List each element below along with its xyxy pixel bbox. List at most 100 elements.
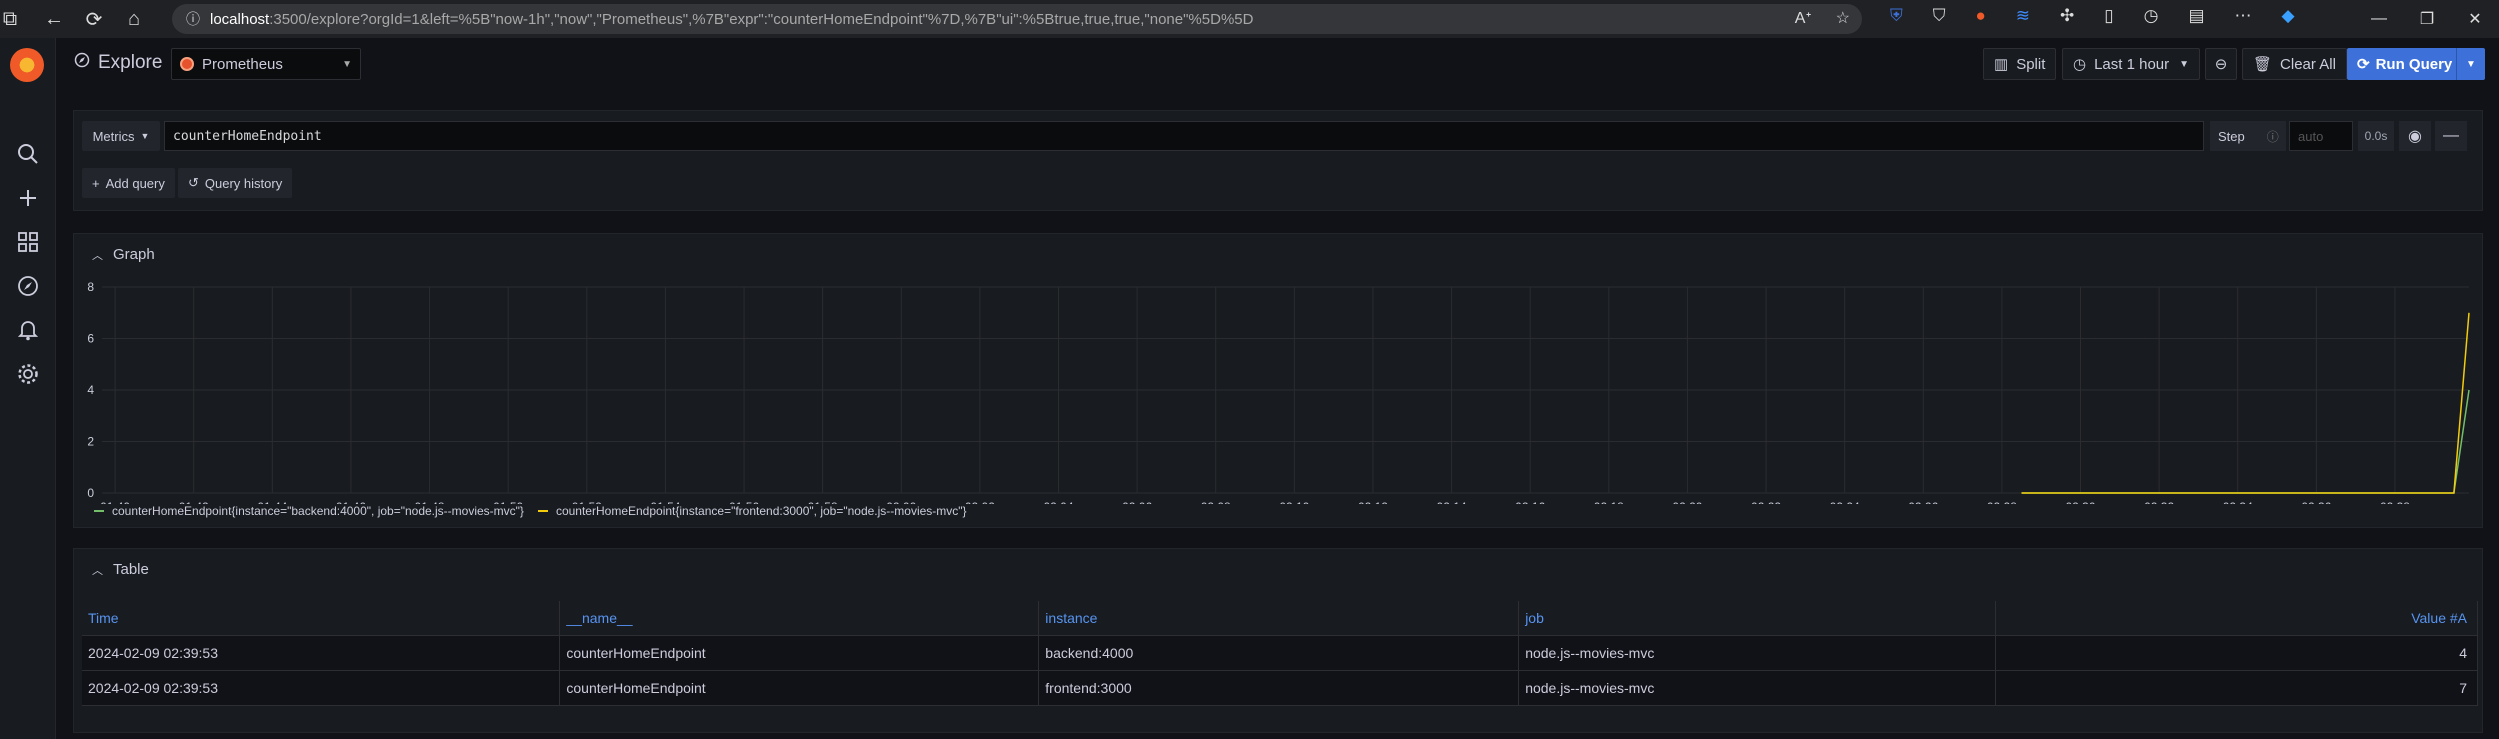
info-icon[interactable]: ⓘ [2267, 128, 2279, 145]
x-tick-label: 02:30 [2065, 500, 2095, 504]
extension-fox-icon[interactable]: ● [1976, 6, 1986, 26]
collections-icon[interactable]: ▤ [2188, 6, 2204, 26]
configuration-gear-icon[interactable] [14, 360, 42, 388]
search-icon[interactable] [14, 140, 42, 168]
explore-compass-icon[interactable] [14, 272, 42, 300]
remove-query-button[interactable]: — [2435, 121, 2467, 151]
window-controls: — ❐ ✕ [2355, 0, 2499, 38]
query-expression-input[interactable]: counterHomeEndpoint [164, 121, 2204, 151]
create-plus-icon[interactable] [14, 184, 42, 212]
datasource-name: Prometheus [202, 55, 283, 73]
read-aloud-icon[interactable]: Aᐩ [1795, 8, 1812, 28]
results-table: Time __name__ instance job Value #A 2024… [82, 601, 2478, 706]
x-tick-label: 02:36 [2301, 500, 2331, 504]
table-row: 2024-02-09 02:39:53 counterHomeEndpoint … [82, 670, 2478, 706]
side-menu [0, 38, 56, 739]
site-info-icon[interactable]: ⓘ [186, 9, 200, 29]
tab-actions-icon[interactable]: ⧉ [0, 0, 20, 38]
address-bar[interactable]: ⓘ localhost :3500/explore?orgId=1&left=%… [172, 4, 1862, 34]
x-tick-label: 02:02 [965, 500, 995, 504]
extensions-puzzle-icon[interactable]: ✣ [2060, 6, 2074, 26]
y-tick-label: 2 [87, 435, 94, 449]
extension-shield-icon[interactable]: ⛨ [1890, 6, 1903, 26]
x-tick-label: 02:32 [2144, 500, 2174, 504]
step-placeholder: auto [2298, 128, 2324, 144]
y-tick-label: 0 [87, 486, 94, 500]
table-cell: 2024-02-09 02:39:53 [82, 670, 561, 706]
query-time-badge: 0.0s [2358, 121, 2394, 151]
split-button[interactable]: ▥ Split [1983, 48, 2057, 80]
time-range-label: Last 1 hour [2094, 55, 2170, 73]
refresh-icon: ⟳ [2357, 56, 2370, 73]
step-label-text: Step [2218, 128, 2245, 144]
step-label: Step ⓘ [2210, 121, 2286, 151]
x-tick-label: 02:10 [1279, 500, 1309, 504]
add-query-button[interactable]: + Add query [82, 168, 175, 198]
x-tick-label: 02:24 [1830, 500, 1860, 504]
close-icon[interactable]: ✕ [2451, 0, 2499, 38]
refresh-icon[interactable]: ⟳ [74, 0, 114, 38]
split-screen-icon[interactable]: ▯ [2104, 6, 2113, 26]
metrics-browser-button[interactable]: Metrics ▼ [82, 121, 160, 151]
table-panel: ︿ Table Time __name__ instance job Value… [73, 548, 2483, 733]
x-tick-label: 02:34 [2223, 500, 2253, 504]
column-header-name[interactable]: __name__ [559, 601, 1040, 636]
trash-icon: 🗑︎ [2253, 56, 2273, 73]
url-host: localhost [210, 10, 270, 28]
copilot-icon[interactable]: ◆ [2282, 6, 2295, 26]
clear-all-button[interactable]: 🗑︎ Clear All [2242, 48, 2347, 80]
x-tick-label: 02:22 [1751, 500, 1781, 504]
extension-wave-icon[interactable]: ≋ [2016, 6, 2030, 26]
x-tick-label: 02:38 [2380, 500, 2410, 504]
browser-toolbar: ⧉ ← ⟳ ⌂ ⓘ localhost :3500/explore?orgId=… [0, 0, 2499, 38]
history-icon[interactable]: ◷ [2144, 6, 2159, 26]
table-cell: node.js--movies-mvc [1518, 635, 1997, 671]
graph-panel: ︿ Graph 0246801:4001:4201:4401:4601:4801… [73, 233, 2483, 528]
back-icon[interactable]: ← [34, 0, 74, 38]
datasource-picker[interactable]: Prometheus ▼ [171, 48, 361, 80]
restore-icon[interactable]: ❐ [2403, 0, 2451, 38]
series-line-2 [2021, 312, 2470, 494]
x-tick-label: 02:14 [1437, 500, 1467, 504]
minimize-icon[interactable]: — [2355, 0, 2403, 38]
toggle-visibility-button[interactable]: ◉ [2399, 121, 2431, 151]
explore-toolbar: Explore Prometheus ▼ ▥ Split ◷ Last 1 ho… [56, 38, 2499, 92]
add-query-label: Add query [105, 175, 165, 191]
home-icon[interactable]: ⌂ [114, 0, 154, 38]
dashboards-icon[interactable] [14, 228, 42, 256]
run-query-button[interactable]: ⟳ Run Query ▼ [2347, 48, 2485, 80]
alerting-bell-icon[interactable] [14, 316, 42, 344]
table-cell: 4 [1995, 635, 2478, 671]
clear-all-label: Clear All [2280, 55, 2336, 73]
column-header-time[interactable]: Time [82, 601, 561, 636]
chevron-up-icon: ︿ [92, 564, 103, 577]
chevron-down-icon: ▼ [342, 58, 352, 70]
legend-label: counterHomeEndpoint{instance="backend:40… [112, 504, 524, 518]
table-cell: backend:4000 [1038, 635, 1520, 671]
legend-item[interactable]: counterHomeEndpoint{instance="backend:40… [94, 504, 524, 518]
query-history-button[interactable]: ↺ Query history [178, 168, 293, 198]
column-header-instance[interactable]: instance [1038, 601, 1520, 636]
more-menu-icon[interactable]: ⋯ [2235, 6, 2252, 26]
column-header-value[interactable]: Value #A [1995, 601, 2478, 636]
page-title-text: Explore [98, 52, 163, 73]
minus-icon: — [2443, 127, 2459, 144]
graph-panel-header[interactable]: ︿ Graph [92, 246, 155, 263]
table-panel-header[interactable]: ︿ Table [92, 561, 149, 578]
legend-swatch [94, 510, 104, 512]
run-query-label: Run Query [2375, 55, 2453, 73]
table-header-row: Time __name__ instance job Value #A [82, 601, 2478, 636]
time-series-chart[interactable]: 0246801:4001:4201:4401:4601:4801:5001:52… [74, 279, 2484, 504]
time-range-picker[interactable]: ◷ Last 1 hour ▼ [2062, 48, 2200, 80]
grafana-logo-icon[interactable] [10, 48, 44, 82]
step-input[interactable]: auto [2289, 121, 2353, 151]
y-tick-label: 8 [87, 280, 94, 294]
chevron-down-icon[interactable]: ▼ [2457, 59, 2485, 70]
extension-privacy-icon[interactable]: ⛉ [1933, 6, 1946, 26]
legend-item[interactable]: counterHomeEndpoint{instance="frontend:3… [537, 504, 967, 518]
favorite-star-icon[interactable]: ☆ [1836, 8, 1850, 28]
x-tick-label: 02:26 [1908, 500, 1938, 504]
column-header-job[interactable]: job [1518, 601, 1997, 636]
zoom-out-button[interactable]: ⊖ [2205, 48, 2237, 80]
query-expression-text: counterHomeEndpoint [173, 128, 322, 144]
